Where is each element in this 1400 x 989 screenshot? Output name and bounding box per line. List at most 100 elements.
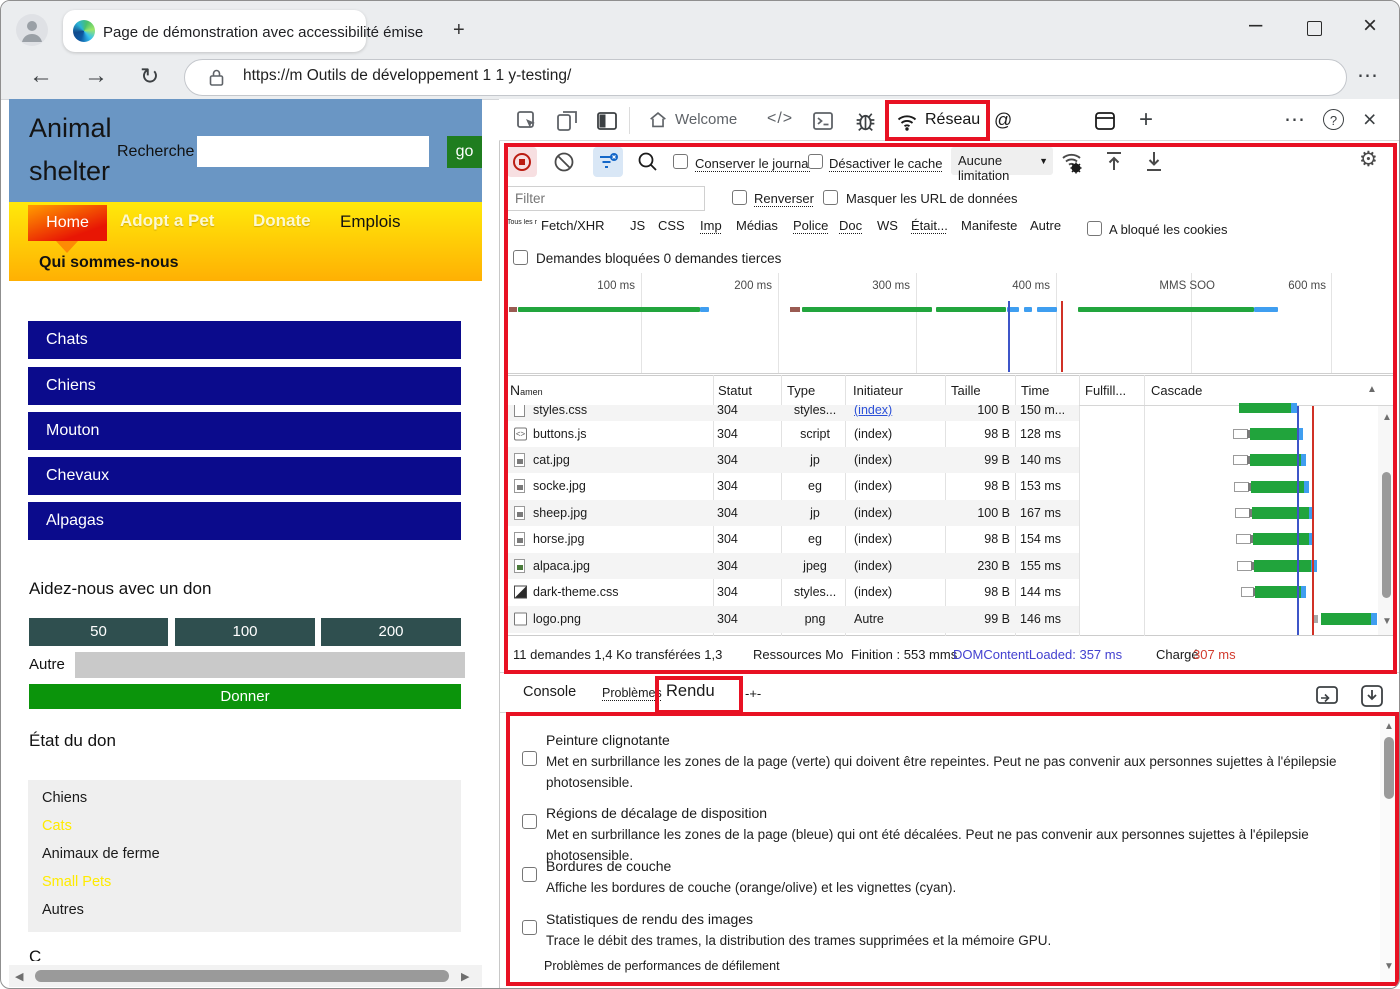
network-conditions-icon[interactable]	[1059, 149, 1087, 175]
donate-submit-button[interactable]: Donner	[29, 684, 461, 709]
table-row[interactable]: dark-theme.css 304 styles... (index) 98 …	[506, 579, 1079, 606]
scroll-down-icon[interactable]: ▼	[1382, 616, 1392, 627]
minimize-button[interactable]: –	[1249, 11, 1262, 39]
filter-state[interactable]: Était...	[911, 218, 948, 233]
forward-button[interactable]: →	[84, 62, 108, 90]
tab-welcome[interactable]: Welcome	[647, 107, 747, 135]
drawer-tab-console[interactable]: Console	[523, 684, 576, 700]
throttling-select[interactable]: Aucune limitation ▼	[951, 147, 1053, 175]
nav-donate[interactable]: Donate	[253, 211, 311, 231]
invert-checkbox[interactable]	[732, 190, 747, 205]
export-har-icon[interactable]	[1143, 149, 1165, 173]
column-header-type[interactable]: Type	[787, 383, 815, 398]
scroll-right-icon[interactable]: ▶	[461, 970, 469, 983]
request-initiator[interactable]: (index)	[854, 585, 892, 599]
column-header-initiator[interactable]: Initiateur	[853, 383, 903, 398]
expand-drawer-icon[interactable]	[1359, 683, 1385, 709]
close-button[interactable]: ×	[1363, 12, 1377, 40]
table-row[interactable]: <> buttons.js 304 script (index) 98 B 12…	[506, 421, 1079, 447]
preserve-log-label[interactable]: Conserver le journal	[695, 156, 811, 171]
paint-flashing-checkbox[interactable]	[522, 751, 537, 766]
back-button[interactable]: ←	[29, 62, 53, 90]
category-mouton[interactable]: Mouton	[28, 412, 461, 450]
filter-manifest[interactable]: Manifeste	[961, 218, 1017, 233]
reload-button[interactable]: ↻	[140, 63, 159, 90]
option-title[interactable]: Problèmes de performances de défilement	[544, 959, 780, 973]
clear-button[interactable]	[553, 151, 575, 173]
profile-avatar[interactable]	[16, 14, 48, 46]
table-row[interactable]: logo.png 304 png Autre 99 B 146 ms	[506, 606, 1079, 633]
preserve-log-checkbox[interactable]	[673, 154, 688, 169]
drawer-tab-rendering[interactable]: Rendu	[666, 682, 715, 701]
dock-side-icon[interactable]	[595, 109, 619, 133]
filter-doc[interactable]: Doc	[839, 218, 862, 233]
help-button[interactable]: ?	[1323, 109, 1344, 130]
devtools-close-button[interactable]: ×	[1363, 106, 1376, 133]
category-chevaux[interactable]: Chevaux	[28, 457, 461, 495]
table-row[interactable]: styles.css 304 styles... (index) 100 B 1…	[506, 405, 1079, 421]
tab-elements-icon[interactable]: </>	[767, 110, 793, 128]
column-header-name[interactable]: Namen	[510, 382, 630, 398]
hide-data-urls-label[interactable]: Masquer les URL de données	[846, 191, 1018, 206]
filter-img[interactable]: Imp	[700, 218, 722, 233]
category-alpagas[interactable]: Alpagas	[28, 502, 461, 540]
option-title[interactable]: Statistiques de rendu des images	[546, 911, 753, 927]
category-chiens[interactable]: Chiens	[28, 367, 461, 405]
option-title[interactable]: Régions de décalage de disposition	[546, 805, 767, 821]
table-vscrollbar[interactable]: ▲ ▼	[1378, 406, 1395, 635]
request-initiator[interactable]: (index)	[854, 427, 892, 441]
table-row[interactable]: alpaca.jpg 304 jpeg (index) 230 B 155 ms	[506, 553, 1079, 579]
more-menu-button[interactable]: ⋯	[1357, 63, 1378, 88]
search-icon[interactable]	[637, 151, 658, 172]
blocked-cookies-checkbox[interactable]	[1087, 221, 1102, 236]
tab-console-icon[interactable]	[811, 109, 835, 133]
sort-arrow-icon[interactable]: ▲	[1367, 384, 1377, 395]
table-row[interactable]: socke.jpg 304 eg (index) 98 B 153 ms	[506, 473, 1079, 500]
column-header-fulfilled[interactable]: Fulfill...	[1085, 383, 1126, 398]
inspect-icon[interactable]	[515, 109, 539, 133]
rendering-vscrollbar[interactable]: ▲ ▼	[1380, 715, 1398, 983]
layer-borders-checkbox[interactable]	[522, 867, 537, 882]
scroll-left-icon[interactable]: ◀	[15, 970, 23, 983]
record-button[interactable]	[507, 147, 537, 177]
search-go-button[interactable]: go	[447, 136, 482, 168]
network-settings-gear-icon[interactable]: ⚙	[1359, 147, 1378, 172]
more-tabs-button[interactable]: +	[1139, 106, 1153, 134]
filter-toggle-button[interactable]	[593, 147, 623, 177]
scroll-up-icon[interactable]: ▲	[1384, 721, 1394, 732]
request-initiator[interactable]: (index)	[854, 532, 892, 546]
blocked-cookies-label[interactable]: A bloqué les cookies	[1109, 222, 1228, 237]
column-header-status[interactable]: Statut	[718, 383, 752, 398]
hscroll-thumb[interactable]	[35, 970, 449, 982]
tab-network[interactable]: Réseau	[895, 105, 987, 137]
option-title[interactable]: Bordures de couche	[546, 858, 671, 874]
amount-50-button[interactable]: 50	[29, 618, 168, 646]
new-tab-button[interactable]: +	[453, 19, 465, 42]
tab-debugger-icon[interactable]	[853, 108, 878, 133]
maximize-button[interactable]	[1307, 21, 1322, 36]
filter-input[interactable]	[507, 186, 705, 211]
filter-font[interactable]: Police	[793, 218, 828, 233]
amount-200-button[interactable]: 200	[321, 618, 461, 646]
column-header-time[interactable]: Time	[1021, 383, 1049, 398]
filter-fetch-xhr[interactable]: Fetch/XHR	[541, 218, 605, 233]
amount-100-button[interactable]: 100	[175, 618, 315, 646]
page-hscrollbar[interactable]: ◀ ▶	[9, 965, 482, 987]
hide-data-urls-checkbox[interactable]	[823, 190, 838, 205]
option-title[interactable]: Peinture clignotante	[546, 732, 670, 748]
disable-cache-label[interactable]: Désactiver le cache	[829, 156, 942, 171]
nav-adopt[interactable]: Adopt a Pet	[120, 211, 214, 231]
request-initiator[interactable]: (index)	[854, 559, 892, 573]
vscroll-thumb[interactable]	[1382, 472, 1391, 598]
disable-cache-checkbox[interactable]	[808, 154, 823, 169]
devtools-menu-button[interactable]: ⋯	[1284, 107, 1305, 132]
search-input[interactable]	[197, 136, 429, 167]
table-row[interactable]: sheep.jpg 304 jp (index) 100 B 167 ms	[506, 500, 1079, 526]
dock-layout-icon[interactable]	[1093, 109, 1117, 133]
dock-drawer-icon[interactable]	[1315, 685, 1339, 707]
nav-jobs[interactable]: Emplois	[340, 212, 400, 232]
request-initiator[interactable]: Autre	[854, 612, 884, 626]
filter-css[interactable]: CSS	[658, 218, 685, 233]
network-overview[interactable]	[504, 301, 1394, 374]
column-header-size[interactable]: Taille	[951, 383, 981, 398]
